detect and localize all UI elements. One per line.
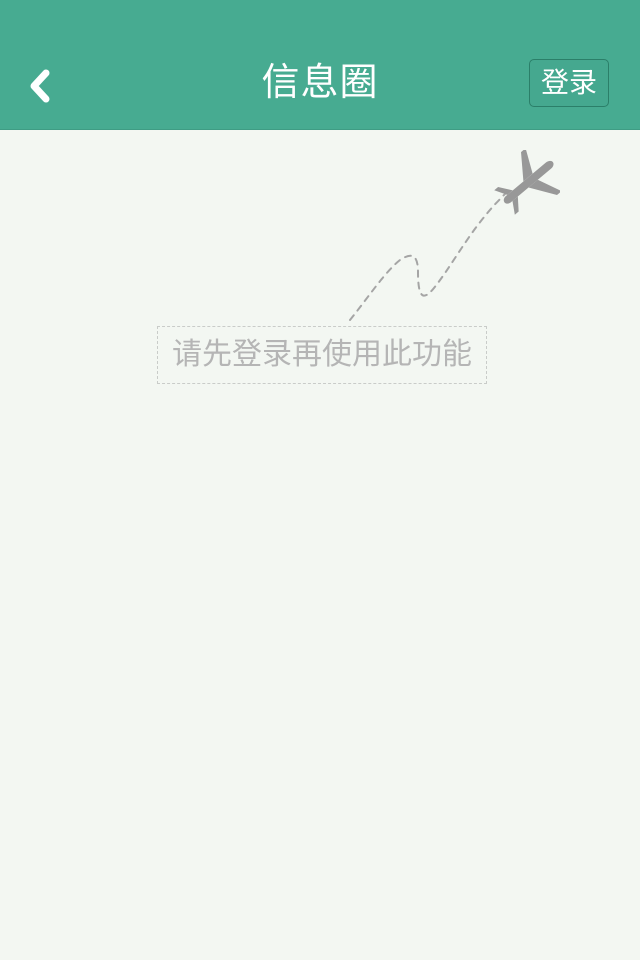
dashed-flight-path: [349, 190, 509, 321]
login-button[interactable]: 登录: [529, 59, 609, 107]
airplane-icon: [494, 150, 560, 215]
login-required-message: 请先登录再使用此功能: [157, 326, 487, 384]
top-navigation-bar: 信息圈 登录: [0, 0, 640, 130]
flight-path-illustration: [349, 150, 560, 321]
